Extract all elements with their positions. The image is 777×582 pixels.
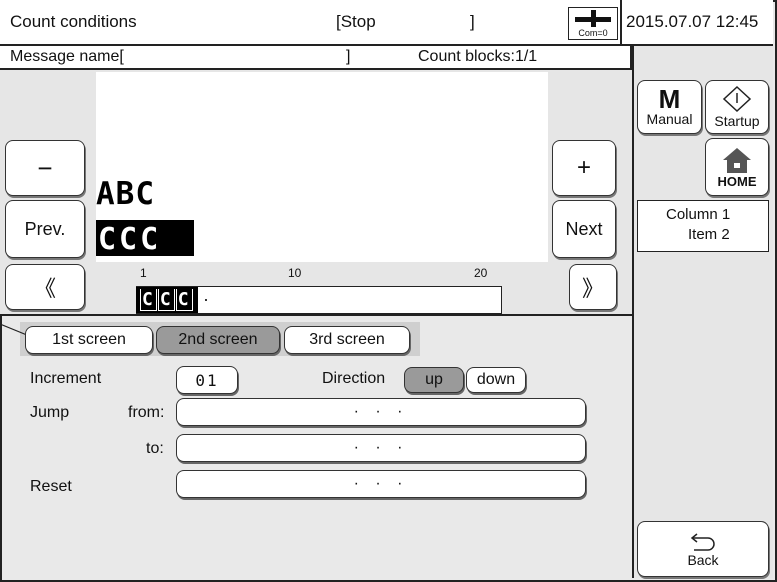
edit-line-input[interactable]: CCC · bbox=[136, 286, 502, 314]
ruler-mark-10: 10 bbox=[288, 266, 302, 280]
startup-label: Startup bbox=[714, 113, 760, 129]
direction-label: Direction bbox=[322, 370, 386, 387]
tab-2nd-screen[interactable]: 2nd screen bbox=[156, 326, 280, 354]
jump-label: Jump bbox=[30, 404, 70, 421]
startup-button[interactable]: Startup bbox=[705, 80, 769, 134]
datetime-display: 2015.07.07 12:45 bbox=[620, 0, 773, 44]
home-button[interactable]: HOME bbox=[705, 138, 769, 196]
jump-to-field[interactable]: · · · bbox=[176, 434, 586, 462]
preview-line-2-text: CCC bbox=[98, 222, 162, 257]
manual-label: Manual bbox=[646, 111, 693, 127]
page-title: Count conditions bbox=[10, 12, 137, 31]
manual-button[interactable]: M Manual bbox=[637, 80, 702, 134]
back-arrow-icon bbox=[690, 533, 715, 551]
message-name-close: ] bbox=[346, 48, 351, 65]
scroll-left-button[interactable]: 《 bbox=[5, 264, 85, 310]
next-button[interactable]: Next bbox=[552, 200, 616, 258]
preview-line-1: ABC bbox=[96, 176, 155, 212]
message-name-label: Message name[ bbox=[10, 48, 124, 65]
status-close-bracket: ] bbox=[470, 12, 475, 31]
status-text: [Stop bbox=[336, 12, 376, 31]
minus-button[interactable]: − bbox=[5, 140, 85, 196]
edit-char: C bbox=[140, 288, 157, 311]
startup-icon bbox=[722, 85, 752, 113]
column-item-info: Column 1 Item 2 bbox=[637, 200, 769, 252]
direction-up-button[interactable]: up bbox=[404, 367, 464, 393]
com-status-label: Com=0 bbox=[578, 28, 608, 38]
preview-line-2-selected[interactable]: CCC bbox=[96, 220, 194, 257]
communication-icon: Com=0 bbox=[568, 7, 618, 40]
back-button[interactable]: Back bbox=[637, 521, 769, 577]
increment-label: Increment bbox=[30, 370, 102, 387]
reset-label: Reset bbox=[30, 478, 72, 495]
plug-post bbox=[591, 10, 596, 27]
edit-char: C bbox=[175, 288, 193, 311]
column-label: Column 1 bbox=[666, 206, 731, 223]
scroll-right-button[interactable]: 》 bbox=[569, 264, 617, 310]
increment-field[interactable]: 01 bbox=[176, 366, 238, 394]
home-icon bbox=[723, 147, 751, 173]
jump-from-field[interactable]: · · · bbox=[176, 398, 586, 426]
prev-button[interactable]: Prev. bbox=[5, 200, 85, 258]
tab-1st-screen[interactable]: 1st screen bbox=[25, 326, 153, 354]
manual-m-icon: M bbox=[658, 84, 681, 114]
item-label: Item 2 bbox=[688, 226, 730, 243]
edit-char: C bbox=[157, 288, 175, 311]
title-bar: Count conditions [Stop ] Com=0 2015.07.0… bbox=[0, 0, 773, 46]
jump-from-label: from: bbox=[128, 404, 165, 421]
tab-3rd-screen[interactable]: 3rd screen bbox=[284, 326, 410, 354]
plus-button[interactable]: + bbox=[552, 140, 616, 196]
home-label: HOME bbox=[717, 173, 757, 189]
ruler-mark-20: 20 bbox=[474, 266, 488, 280]
jump-to-label: to: bbox=[146, 440, 164, 457]
count-blocks-label: Count blocks:1/1 bbox=[418, 48, 538, 65]
direction-down-button[interactable]: down bbox=[466, 367, 526, 393]
edit-cursor-dot: · bbox=[203, 289, 209, 309]
message-name-bar: Message name[ ] Count blocks:1/1 bbox=[0, 46, 632, 70]
reset-field[interactable]: · · · bbox=[176, 470, 586, 498]
ruler-mark-1: 1 bbox=[140, 266, 147, 280]
edit-selected-chars: CCC bbox=[136, 287, 198, 313]
back-label: Back bbox=[687, 552, 719, 568]
